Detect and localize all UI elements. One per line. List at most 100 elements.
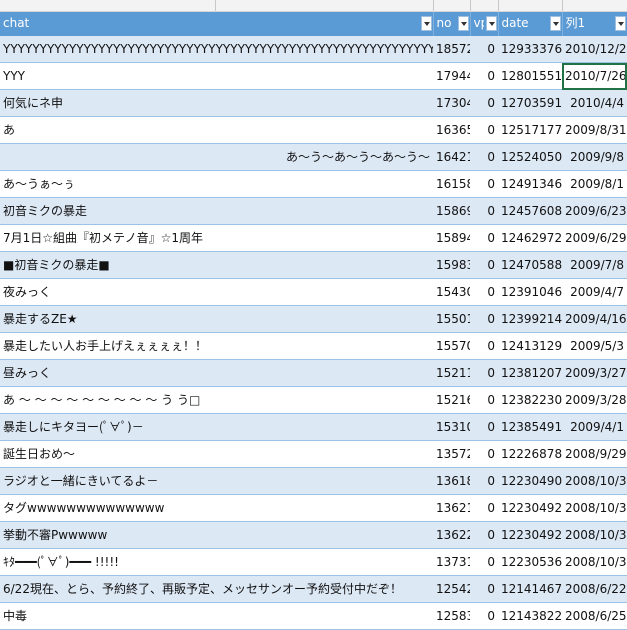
cell-no[interactable]: 17944	[433, 62, 470, 90]
cell-date[interactable]: 1238223060	[498, 386, 562, 414]
cell-date[interactable]: 1249134636	[498, 170, 562, 198]
cell-vpos[interactable]: 0	[470, 575, 498, 603]
cell-date[interactable]: 1223049078	[498, 467, 562, 495]
cell-retsu1[interactable]: 2008/10/3	[562, 521, 627, 549]
cell-date[interactable]: 1214382230	[498, 602, 562, 630]
cell-vpos[interactable]: 0	[470, 170, 498, 198]
column-divider[interactable]	[498, 0, 499, 11]
cell-chat[interactable]: ｷﾀ━━━(ﾟ∀ﾟ)━━━ !!!!!	[0, 548, 433, 576]
cell-date[interactable]: 1238120731	[498, 359, 562, 387]
cell-date[interactable]: 1223049298	[498, 521, 562, 549]
cell-vpos[interactable]: 0	[470, 251, 498, 279]
cell-vpos[interactable]: 0	[470, 116, 498, 144]
cell-date[interactable]: 1238549111	[498, 413, 562, 441]
cell-vpos[interactable]: 0	[470, 278, 498, 306]
filter-dropdown-icon[interactable]	[549, 16, 561, 31]
column-divider[interactable]	[433, 0, 434, 11]
cell-no[interactable]: 12542	[433, 575, 470, 603]
cell-retsu1[interactable]: 2008/10/3	[562, 548, 627, 576]
cell-date[interactable]: 1239921467	[498, 305, 562, 333]
cell-date[interactable]: 1239104634	[498, 278, 562, 306]
column-divider[interactable]	[562, 0, 563, 11]
cell-date[interactable]: 1223049292	[498, 494, 562, 522]
cell-chat[interactable]: 昼みっく	[0, 359, 433, 387]
cell-date[interactable]: 1223053619	[498, 548, 562, 576]
cell-chat[interactable]: 暴走しにキタヨー(ﾟ∀ﾟ)－	[0, 413, 433, 441]
cell-vpos[interactable]: 0	[470, 521, 498, 549]
cell-date[interactable]: 1222687870	[498, 440, 562, 468]
cell-chat[interactable]: タグwwwwwwwwwwwwww	[0, 494, 433, 522]
cell-chat[interactable]: あ～う～あ～う～あ～う～	[0, 143, 433, 171]
header-retsu1[interactable]: 列1	[562, 12, 627, 36]
cell-no[interactable]: 15430	[433, 278, 470, 306]
cell-vpos[interactable]: 0	[470, 386, 498, 414]
cell-retsu1[interactable]: 2010/4/4	[562, 89, 627, 117]
cell-date[interactable]: 1214146756	[498, 575, 562, 603]
cell-chat[interactable]: 誕生日おめ～	[0, 440, 433, 468]
cell-vpos[interactable]: 0	[470, 359, 498, 387]
cell-date[interactable]: 1270359145	[498, 89, 562, 117]
cell-retsu1[interactable]: 2009/3/27	[562, 359, 627, 387]
filter-dropdown-icon[interactable]	[457, 16, 469, 31]
cell-vpos[interactable]: 0	[470, 467, 498, 495]
cell-vpos[interactable]: 0	[470, 224, 498, 252]
cell-chat[interactable]: 挙動不審Pwwwww	[0, 521, 433, 549]
cell-retsu1[interactable]: 2009/4/16	[562, 305, 627, 333]
cell-date[interactable]: 1251717731	[498, 116, 562, 144]
cell-chat[interactable]: あ ～ ～ ～ ～ ～ ～ ～ ～ ～ う う□	[0, 386, 433, 414]
filter-dropdown-icon[interactable]	[614, 16, 626, 31]
cell-date[interactable]: 1280155156	[498, 62, 562, 90]
header-chat[interactable]: chat	[0, 12, 434, 36]
filter-dropdown-icon[interactable]	[485, 16, 497, 31]
cell-chat[interactable]: あ	[0, 116, 433, 144]
cell-chat[interactable]: 夜みっく	[0, 278, 433, 306]
cell-no[interactable]: 13618	[433, 467, 470, 495]
cell-chat[interactable]: 何気にネ申	[0, 89, 433, 117]
cell-chat[interactable]: YYY	[0, 62, 433, 90]
cell-retsu1[interactable]: 2008/10/3	[562, 467, 627, 495]
cell-retsu1[interactable]: 2009/4/1	[562, 413, 627, 441]
column-divider[interactable]	[470, 0, 471, 11]
cell-vpos[interactable]: 0	[470, 143, 498, 171]
cell-no[interactable]: 15570	[433, 332, 470, 360]
cell-no[interactable]: 13572	[433, 440, 470, 468]
cell-date[interactable]: 1241312968	[498, 332, 562, 360]
cell-no[interactable]: 15310	[433, 413, 470, 441]
cell-chat[interactable]: 6/22現在、とら、予約終了、再販予定、メッセサンオー予約受付中だぞ！	[0, 575, 433, 603]
cell-no[interactable]: 15869	[433, 197, 470, 225]
cell-retsu1[interactable]: 2010/12/26	[562, 36, 627, 63]
header-no[interactable]: no	[433, 12, 471, 36]
cell-no[interactable]: 15983	[433, 251, 470, 279]
cell-chat[interactable]: 中毒	[0, 602, 433, 630]
cell-chat[interactable]: ■初音ミクの暴走■	[0, 251, 433, 279]
cell-no[interactable]: 12583	[433, 602, 470, 630]
cell-no[interactable]: 13622	[433, 521, 470, 549]
cell-no[interactable]: 18572	[433, 36, 470, 63]
cell-vpos[interactable]: 0	[470, 89, 498, 117]
cell-retsu1[interactable]: 2008/10/3	[562, 494, 627, 522]
cell-date[interactable]: 1246297289	[498, 224, 562, 252]
cell-chat[interactable]: あ～うぁ～ぅ	[0, 170, 433, 198]
cell-vpos[interactable]: 0	[470, 305, 498, 333]
cell-no[interactable]: 15216	[433, 386, 470, 414]
cell-no[interactable]: 13731	[433, 548, 470, 576]
cell-vpos[interactable]: 0	[470, 413, 498, 441]
cell-retsu1[interactable]: 2009/7/8	[562, 251, 627, 279]
cell-retsu1[interactable]: 2010/7/26	[562, 62, 627, 90]
cell-vpos[interactable]: 0	[470, 602, 498, 630]
cell-vpos[interactable]: 0	[470, 548, 498, 576]
cell-retsu1[interactable]: 2009/3/28	[562, 386, 627, 414]
cell-chat[interactable]: YYYYYYYYYYYYYYYYYYYYYYYYYYYYYYYYYYYYYYYY…	[0, 36, 433, 63]
cell-vpos[interactable]: 0	[470, 494, 498, 522]
header-vpos[interactable]: vpos	[470, 12, 499, 36]
cell-date[interactable]: 1293337622	[498, 36, 562, 63]
cell-chat[interactable]: 7月1日☆組曲『初メテノ音』☆1周年	[0, 224, 433, 252]
filter-dropdown-icon[interactable]	[420, 16, 432, 31]
cell-no[interactable]: 16158	[433, 170, 470, 198]
cell-vpos[interactable]: 0	[470, 440, 498, 468]
cell-date[interactable]: 1247058875	[498, 251, 562, 279]
cell-vpos[interactable]: 0	[470, 197, 498, 225]
cell-no[interactable]: 16421	[433, 143, 470, 171]
cell-chat[interactable]: 暴走するZE★	[0, 305, 433, 333]
cell-retsu1[interactable]: 2009/6/23	[562, 197, 627, 225]
